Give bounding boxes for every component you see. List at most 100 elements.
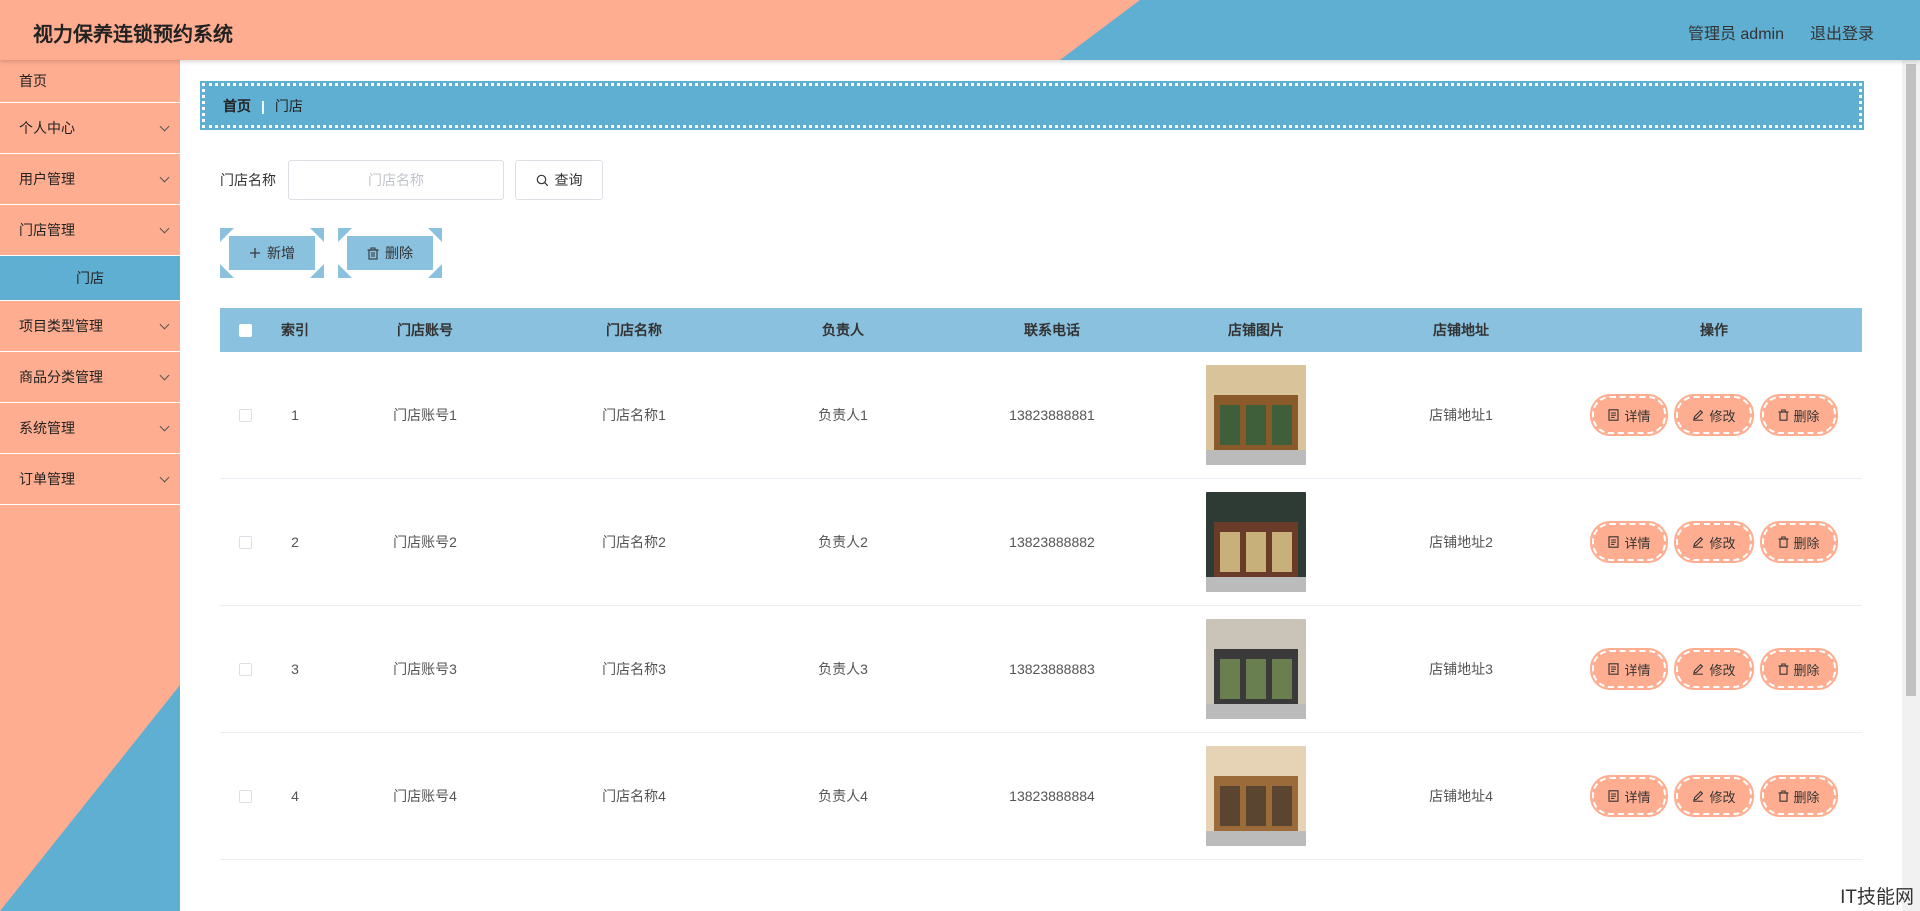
row-select-cell xyxy=(220,662,270,676)
decorative-corner xyxy=(338,264,352,278)
pencil-icon xyxy=(1693,536,1704,548)
sidebar-item-label: 门店管理 xyxy=(19,222,75,238)
page-scrollbar[interactable] xyxy=(1902,60,1920,911)
sidebar-item-project-type-management[interactable]: 项目类型管理 xyxy=(0,301,180,352)
store-photo-image[interactable] xyxy=(1206,619,1306,719)
edit-button-label: 修改 xyxy=(1709,789,1736,805)
table-body: 1 门店账号1 门店名称1 负责人1 13823888881 店铺地址1 详情 修改 删除 2 门店… xyxy=(220,352,1862,860)
row-checkbox[interactable] xyxy=(238,662,252,676)
logout-link[interactable]: 退出登录 xyxy=(1810,20,1874,44)
edit-button[interactable]: 修改 xyxy=(1674,648,1754,690)
table-row: 4 门店账号4 门店名称4 负责人4 13823888884 店铺地址4 详情 修改 删除 xyxy=(220,733,1862,860)
chevron-down-icon xyxy=(159,172,170,183)
detail-button-label: 详情 xyxy=(1624,662,1651,678)
cell-name: 门店名称4 xyxy=(602,788,666,804)
breadcrumb-home[interactable]: 首页 xyxy=(223,96,251,116)
cell-store-image xyxy=(1156,365,1356,465)
cell-phone: 13823888881 xyxy=(1009,407,1095,423)
sidebar-item-label: 门店 xyxy=(76,270,104,286)
store-photo-image[interactable] xyxy=(1206,492,1306,592)
store-photo-image[interactable] xyxy=(1206,746,1306,846)
cell-phone: 13823888882 xyxy=(1009,534,1095,550)
sidebar-item-product-category-management[interactable]: 商品分类管理 xyxy=(0,352,180,403)
store-photo-image[interactable] xyxy=(1206,365,1306,465)
store-name-search-input[interactable] xyxy=(288,160,504,200)
add-button[interactable]: 新增 xyxy=(229,236,315,270)
trash-icon xyxy=(1778,409,1788,421)
sidebar-item-label: 项目类型管理 xyxy=(19,318,103,334)
watermark-text: IT技能网 xyxy=(1840,887,1914,908)
app-title: 视力保养连锁预约系统 xyxy=(33,24,233,46)
edit-button[interactable]: 修改 xyxy=(1674,394,1754,436)
sidebar-item-user-management[interactable]: 用户管理 xyxy=(0,154,180,205)
row-checkbox[interactable] xyxy=(238,535,252,549)
decorative-corner xyxy=(310,264,324,278)
chevron-down-icon xyxy=(159,319,170,330)
cell-name: 门店名称2 xyxy=(602,534,666,550)
column-header-actions: 操作 xyxy=(1700,322,1728,338)
delete-button[interactable]: 删除 xyxy=(1759,775,1838,817)
edit-button-label: 修改 xyxy=(1709,662,1736,678)
sidebar-item-personal-center[interactable]: 个人中心 xyxy=(0,103,180,154)
admin-user-label[interactable]: 管理员 admin xyxy=(1688,20,1784,44)
document-icon xyxy=(1608,790,1620,802)
cell-address: 店铺地址2 xyxy=(1429,534,1493,550)
decorative-corner xyxy=(338,228,352,242)
main-content: 首页 | 门店 门店名称 查询 新增 删除 xyxy=(180,60,1902,911)
detail-button-label: 详情 xyxy=(1624,408,1651,424)
column-header-address: 店铺地址 xyxy=(1433,322,1489,338)
detail-button[interactable]: 详情 xyxy=(1590,521,1669,563)
cell-actions: 详情 修改 删除 xyxy=(1566,648,1862,690)
row-checkbox[interactable] xyxy=(238,789,252,803)
select-all-checkbox[interactable] xyxy=(238,323,252,337)
cell-index: 4 xyxy=(291,788,299,804)
sidebar-menu: 首页 个人中心 用户管理 门店管理 门店 项目类型管理 商品分类管理 系统管理 xyxy=(0,60,180,505)
cell-owner: 负责人2 xyxy=(818,534,868,550)
cell-address: 店铺地址4 xyxy=(1429,788,1493,804)
breadcrumb: 首页 | 门店 xyxy=(200,81,1864,130)
cell-name: 门店名称3 xyxy=(602,661,666,677)
cell-phone: 13823888884 xyxy=(1009,788,1095,804)
cell-store-image xyxy=(1156,746,1356,846)
chevron-down-icon xyxy=(159,472,170,483)
cell-index: 3 xyxy=(291,661,299,677)
decorative-corner xyxy=(428,264,442,278)
sidebar-item-label: 商品分类管理 xyxy=(19,369,103,385)
search-icon xyxy=(536,174,548,186)
document-icon xyxy=(1608,663,1620,675)
cell-actions: 详情 修改 删除 xyxy=(1566,394,1862,436)
sidebar-subitem-store[interactable]: 门店 xyxy=(0,256,180,301)
search-button[interactable]: 查询 xyxy=(515,160,603,200)
sidebar-item-order-management[interactable]: 订单管理 xyxy=(0,454,180,505)
column-header-phone: 联系电话 xyxy=(1024,322,1080,338)
edit-button[interactable]: 修改 xyxy=(1674,775,1754,817)
column-header-owner: 负责人 xyxy=(822,322,864,338)
row-select-cell xyxy=(220,535,270,549)
detail-button[interactable]: 详情 xyxy=(1590,394,1669,436)
decorative-corner xyxy=(220,264,234,278)
row-checkbox[interactable] xyxy=(238,408,252,422)
cell-phone: 13823888883 xyxy=(1009,661,1095,677)
search-bar: 门店名称 查询 xyxy=(220,160,603,200)
detail-button[interactable]: 详情 xyxy=(1590,648,1669,690)
sidebar-item-store-management[interactable]: 门店管理 xyxy=(0,205,180,256)
sidebar-item-label: 用户管理 xyxy=(19,171,75,187)
sidebar-item-label: 个人中心 xyxy=(19,120,75,136)
trash-icon xyxy=(367,247,379,260)
edit-button[interactable]: 修改 xyxy=(1674,521,1754,563)
edit-button-label: 修改 xyxy=(1709,535,1736,551)
sidebar-item-home[interactable]: 首页 xyxy=(0,60,180,103)
delete-button[interactable]: 删除 xyxy=(1759,521,1838,563)
sidebar-item-label: 首页 xyxy=(19,73,47,89)
sidebar-item-system-management[interactable]: 系统管理 xyxy=(0,403,180,454)
scrollbar-thumb[interactable] xyxy=(1906,64,1916,696)
trash-icon xyxy=(1778,663,1788,675)
cell-owner: 负责人1 xyxy=(818,407,868,423)
cell-account: 门店账号1 xyxy=(393,407,457,423)
delete-button[interactable]: 删除 xyxy=(1759,648,1838,690)
chevron-down-icon xyxy=(159,121,170,132)
detail-button[interactable]: 详情 xyxy=(1590,775,1669,817)
delete-button[interactable]: 删除 xyxy=(1759,394,1838,436)
decorative-corner xyxy=(310,228,324,242)
batch-delete-button[interactable]: 删除 xyxy=(347,236,433,270)
